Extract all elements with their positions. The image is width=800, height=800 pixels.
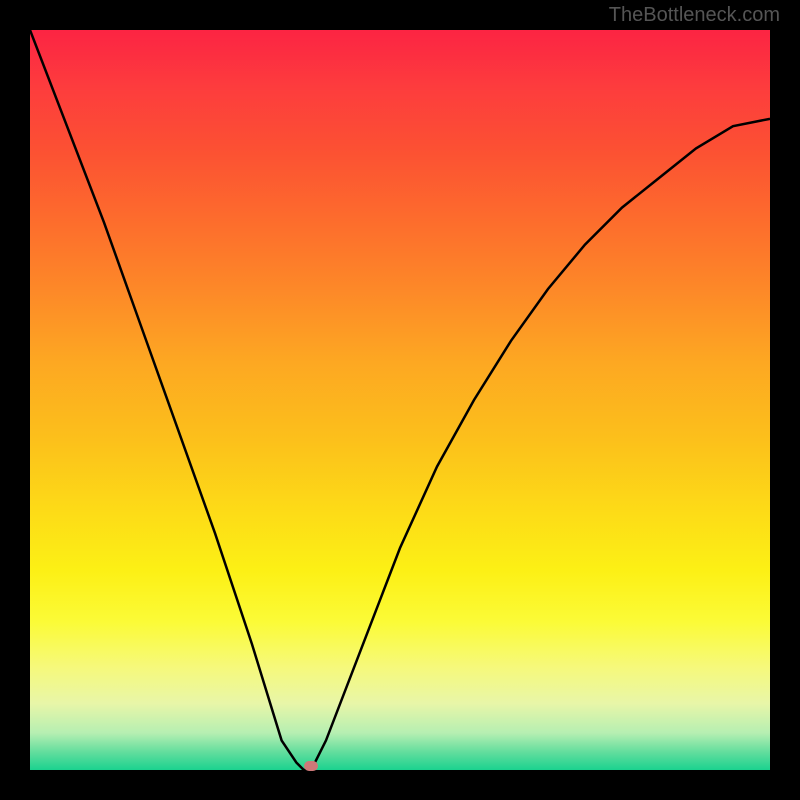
watermark-text: TheBottleneck.com: [609, 4, 780, 27]
chart-marker-dot: [304, 761, 318, 771]
chart-curve: [30, 30, 770, 770]
chart-plot-area: [30, 30, 770, 770]
